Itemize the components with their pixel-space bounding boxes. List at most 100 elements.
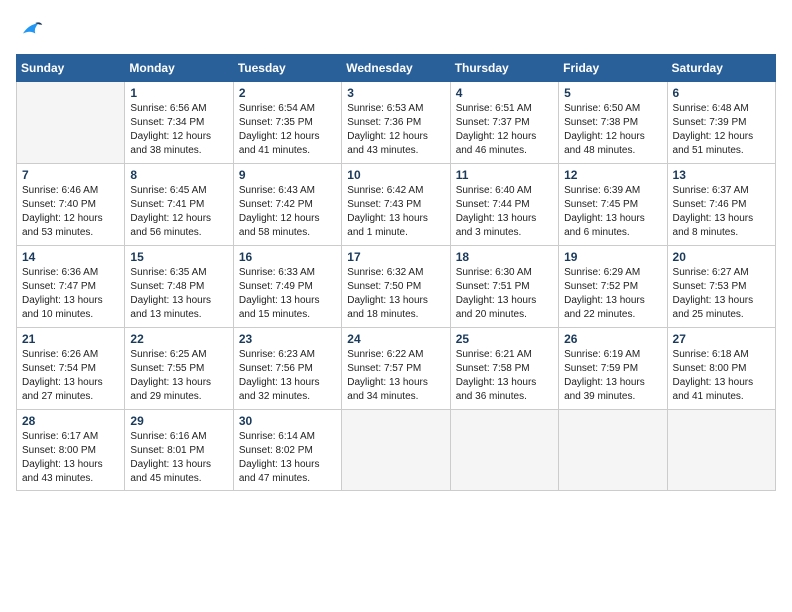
day-number: 6 <box>673 86 770 100</box>
day-number: 22 <box>130 332 227 346</box>
day-number: 2 <box>239 86 336 100</box>
calendar-day <box>17 82 125 164</box>
day-number: 14 <box>22 250 119 264</box>
calendar-day: 24 Sunrise: 6:22 AMSunset: 7:57 PMDayligh… <box>342 328 450 410</box>
logo <box>16 16 48 44</box>
calendar-day <box>342 410 450 491</box>
day-info: Sunrise: 6:14 AMSunset: 8:02 PMDaylight:… <box>239 430 336 486</box>
calendar-day: 9 Sunrise: 6:43 AMSunset: 7:42 PMDaylight… <box>233 164 341 246</box>
day-info: Sunrise: 6:29 AMSunset: 7:52 PMDaylight:… <box>564 266 661 322</box>
day-info: Sunrise: 6:43 AMSunset: 7:42 PMDaylight:… <box>239 184 336 240</box>
calendar-day: 14 Sunrise: 6:36 AMSunset: 7:47 PMDayligh… <box>17 246 125 328</box>
calendar-header-row: SundayMondayTuesdayWednesdayThursdayFrid… <box>17 55 776 82</box>
calendar-day: 13Sunrise: 6:37 AMSunset: 7:46 PMDayligh… <box>667 164 775 246</box>
day-info: Sunrise: 6:21 AMSunset: 7:58 PMDaylight:… <box>456 348 553 404</box>
day-number: 30 <box>239 414 336 428</box>
day-number: 8 <box>130 168 227 182</box>
calendar-day: 10 Sunrise: 6:42 AMSunset: 7:43 PMDayligh… <box>342 164 450 246</box>
day-number: 24 <box>347 332 444 346</box>
day-number: 29 <box>130 414 227 428</box>
calendar-day: 16Sunrise: 6:33 AMSunset: 7:49 PMDayligh… <box>233 246 341 328</box>
day-number: 9 <box>239 168 336 182</box>
calendar-day: 23 Sunrise: 6:23 AMSunset: 7:56 PMDayligh… <box>233 328 341 410</box>
day-info: Sunrise: 6:26 AMSunset: 7:54 PMDaylight:… <box>22 348 119 404</box>
day-number: 13 <box>673 168 770 182</box>
column-header-sunday: Sunday <box>17 55 125 82</box>
calendar-day: 21 Sunrise: 6:26 AMSunset: 7:54 PMDayligh… <box>17 328 125 410</box>
day-info: Sunrise: 6:22 AMSunset: 7:57 PMDaylight:… <box>347 348 444 404</box>
day-number: 5 <box>564 86 661 100</box>
calendar-day: 28 Sunrise: 6:17 AMSunset: 8:00 PMDayligh… <box>17 410 125 491</box>
calendar-week-2: 7Sunrise: 6:46 AMSunset: 7:40 PMDaylight… <box>17 164 776 246</box>
day-info: Sunrise: 6:39 AMSunset: 7:45 PMDaylight:… <box>564 184 661 240</box>
day-number: 17 <box>347 250 444 264</box>
day-number: 10 <box>347 168 444 182</box>
column-header-thursday: Thursday <box>450 55 558 82</box>
calendar-day: 15Sunrise: 6:35 AMSunset: 7:48 PMDayligh… <box>125 246 233 328</box>
calendar-day <box>559 410 667 491</box>
day-number: 1 <box>130 86 227 100</box>
calendar-day: 19 Sunrise: 6:29 AMSunset: 7:52 PMDayligh… <box>559 246 667 328</box>
day-number: 21 <box>22 332 119 346</box>
column-header-wednesday: Wednesday <box>342 55 450 82</box>
day-info: Sunrise: 6:32 AMSunset: 7:50 PMDaylight:… <box>347 266 444 322</box>
day-number: 4 <box>456 86 553 100</box>
day-info: Sunrise: 6:53 AMSunset: 7:36 PMDaylight:… <box>347 102 444 158</box>
day-number: 18 <box>456 250 553 264</box>
calendar-day: 22 Sunrise: 6:25 AMSunset: 7:55 PMDayligh… <box>125 328 233 410</box>
calendar-day: 8 Sunrise: 6:45 AMSunset: 7:41 PMDaylight… <box>125 164 233 246</box>
day-info: Sunrise: 6:42 AMSunset: 7:43 PMDaylight:… <box>347 184 444 240</box>
calendar-day: 20 Sunrise: 6:27 AMSunset: 7:53 PMDayligh… <box>667 246 775 328</box>
column-header-saturday: Saturday <box>667 55 775 82</box>
calendar-day: 5 Sunrise: 6:50 AMSunset: 7:38 PMDaylight… <box>559 82 667 164</box>
calendar-week-3: 14 Sunrise: 6:36 AMSunset: 7:47 PMDayligh… <box>17 246 776 328</box>
column-header-tuesday: Tuesday <box>233 55 341 82</box>
calendar-day: 2 Sunrise: 6:54 AMSunset: 7:35 PMDaylight… <box>233 82 341 164</box>
calendar-week-1: 1 Sunrise: 6:56 AMSunset: 7:34 PMDaylight… <box>17 82 776 164</box>
day-info: Sunrise: 6:18 AMSunset: 8:00 PMDaylight:… <box>673 348 770 404</box>
calendar-day: 29 Sunrise: 6:16 AMSunset: 8:01 PMDayligh… <box>125 410 233 491</box>
day-info: Sunrise: 6:46 AMSunset: 7:40 PMDaylight:… <box>22 184 119 240</box>
day-number: 12 <box>564 168 661 182</box>
logo-icon <box>16 16 44 44</box>
day-info: Sunrise: 6:17 AMSunset: 8:00 PMDaylight:… <box>22 430 119 486</box>
calendar-day: 7Sunrise: 6:46 AMSunset: 7:40 PMDaylight… <box>17 164 125 246</box>
page-header <box>16 16 776 44</box>
day-info: Sunrise: 6:25 AMSunset: 7:55 PMDaylight:… <box>130 348 227 404</box>
calendar-week-5: 28 Sunrise: 6:17 AMSunset: 8:00 PMDayligh… <box>17 410 776 491</box>
calendar-day: 30 Sunrise: 6:14 AMSunset: 8:02 PMDayligh… <box>233 410 341 491</box>
calendar-body: 1 Sunrise: 6:56 AMSunset: 7:34 PMDaylight… <box>17 82 776 491</box>
day-info: Sunrise: 6:50 AMSunset: 7:38 PMDaylight:… <box>564 102 661 158</box>
calendar-day: 27 Sunrise: 6:18 AMSunset: 8:00 PMDayligh… <box>667 328 775 410</box>
day-number: 25 <box>456 332 553 346</box>
day-info: Sunrise: 6:35 AMSunset: 7:48 PMDaylight:… <box>130 266 227 322</box>
calendar-day: 25 Sunrise: 6:21 AMSunset: 7:58 PMDayligh… <box>450 328 558 410</box>
calendar-day: 3Sunrise: 6:53 AMSunset: 7:36 PMDaylight… <box>342 82 450 164</box>
calendar-day: 12 Sunrise: 6:39 AMSunset: 7:45 PMDayligh… <box>559 164 667 246</box>
day-info: Sunrise: 6:54 AMSunset: 7:35 PMDaylight:… <box>239 102 336 158</box>
day-number: 11 <box>456 168 553 182</box>
calendar-day: 18Sunrise: 6:30 AMSunset: 7:51 PMDayligh… <box>450 246 558 328</box>
calendar-table: SundayMondayTuesdayWednesdayThursdayFrid… <box>16 54 776 491</box>
day-info: Sunrise: 6:56 AMSunset: 7:34 PMDaylight:… <box>130 102 227 158</box>
calendar-day: 11 Sunrise: 6:40 AMSunset: 7:44 PMDayligh… <box>450 164 558 246</box>
calendar-day <box>450 410 558 491</box>
column-header-friday: Friday <box>559 55 667 82</box>
day-number: 28 <box>22 414 119 428</box>
day-info: Sunrise: 6:45 AMSunset: 7:41 PMDaylight:… <box>130 184 227 240</box>
day-info: Sunrise: 6:36 AMSunset: 7:47 PMDaylight:… <box>22 266 119 322</box>
day-info: Sunrise: 6:16 AMSunset: 8:01 PMDaylight:… <box>130 430 227 486</box>
day-info: Sunrise: 6:48 AMSunset: 7:39 PMDaylight:… <box>673 102 770 158</box>
day-info: Sunrise: 6:23 AMSunset: 7:56 PMDaylight:… <box>239 348 336 404</box>
day-info: Sunrise: 6:40 AMSunset: 7:44 PMDaylight:… <box>456 184 553 240</box>
day-info: Sunrise: 6:27 AMSunset: 7:53 PMDaylight:… <box>673 266 770 322</box>
calendar-day: 6 Sunrise: 6:48 AMSunset: 7:39 PMDaylight… <box>667 82 775 164</box>
day-info: Sunrise: 6:51 AMSunset: 7:37 PMDaylight:… <box>456 102 553 158</box>
day-number: 26 <box>564 332 661 346</box>
day-number: 27 <box>673 332 770 346</box>
calendar-day: 17 Sunrise: 6:32 AMSunset: 7:50 PMDayligh… <box>342 246 450 328</box>
day-info: Sunrise: 6:19 AMSunset: 7:59 PMDaylight:… <box>564 348 661 404</box>
day-number: 20 <box>673 250 770 264</box>
day-number: 23 <box>239 332 336 346</box>
day-number: 19 <box>564 250 661 264</box>
